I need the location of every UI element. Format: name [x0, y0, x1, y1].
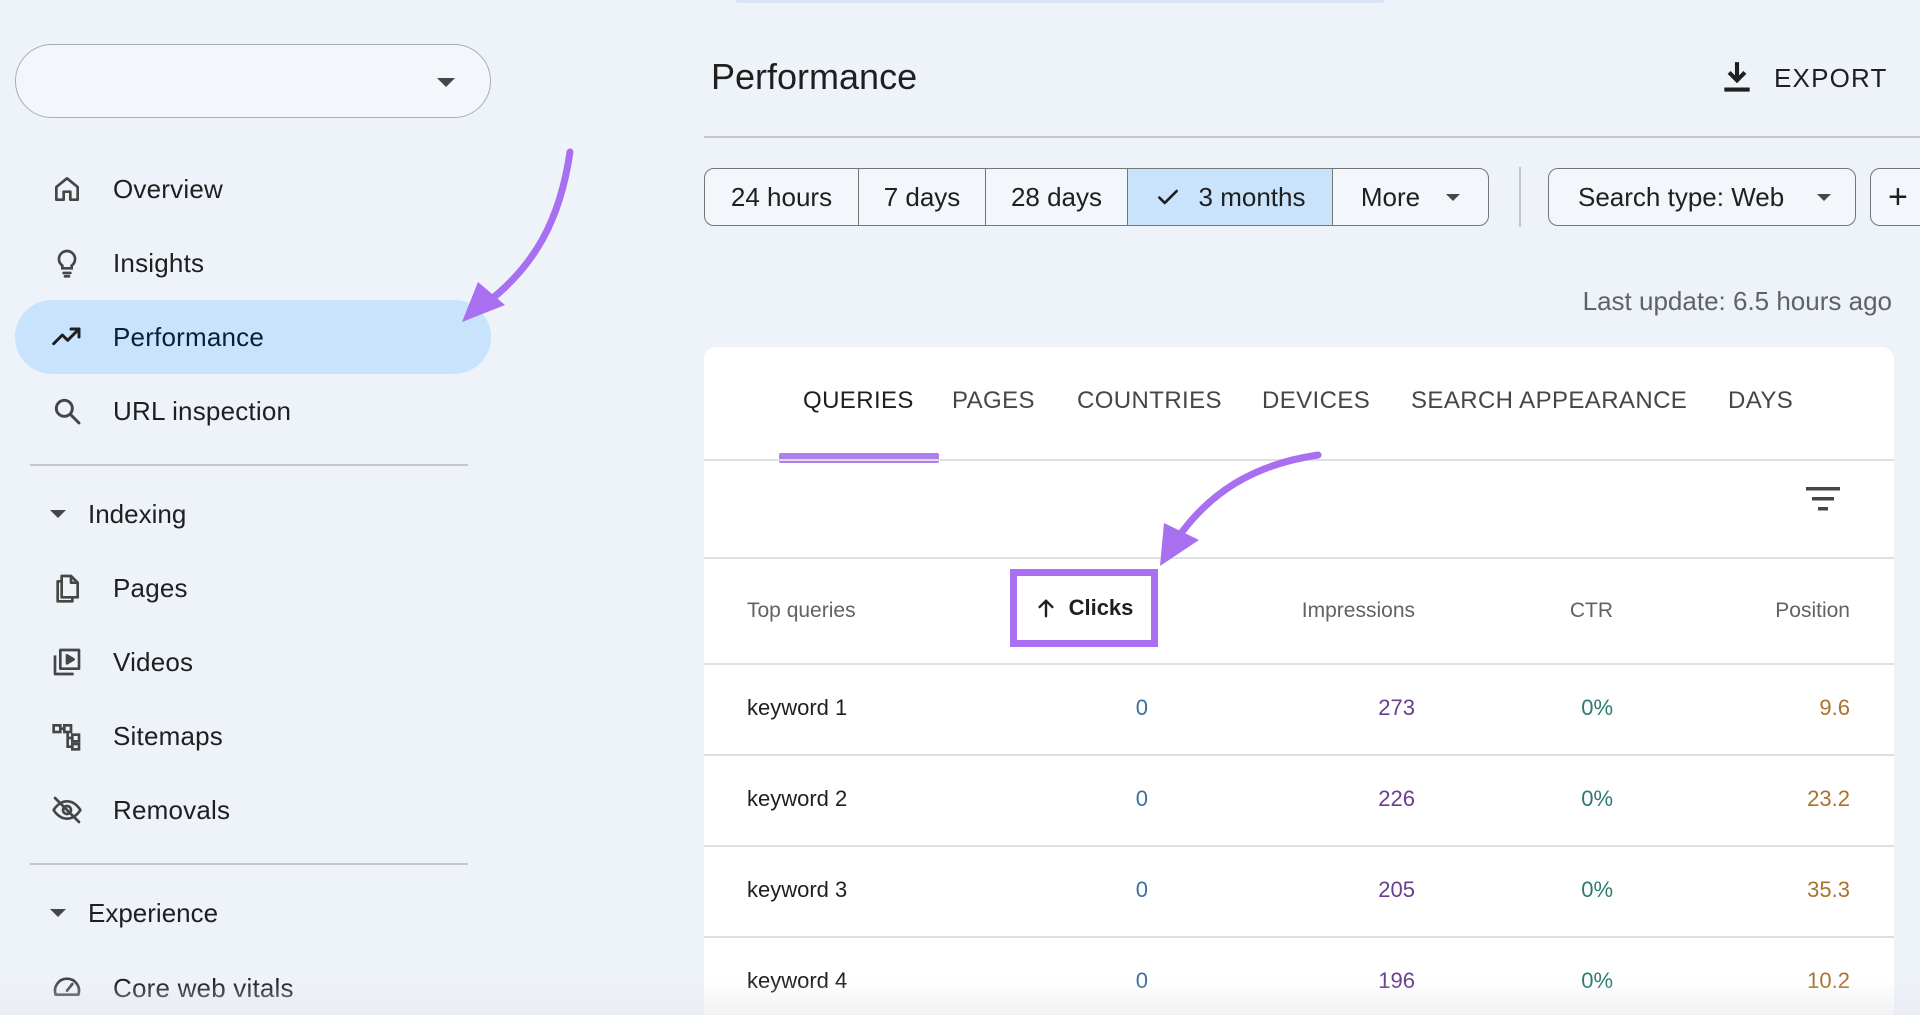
download-icon [1724, 62, 1750, 92]
sidebar-divider [30, 863, 468, 865]
ctr-cell: 0% [1581, 786, 1613, 811]
sitemaps-icon [50, 719, 84, 753]
home-icon [50, 172, 84, 206]
range-label: 3 months [1198, 181, 1306, 212]
sidebar-item-label: Insights [113, 247, 205, 278]
column-header-top-queries: Top queries [747, 599, 856, 622]
dimension-tabs: QUERIES PAGES COUNTRIES DEVICES SEARCH A… [704, 347, 1894, 463]
ctr-cell: 0% [1581, 877, 1613, 902]
column-header-position[interactable]: Position [1775, 599, 1850, 623]
range-more-button[interactable]: More [1333, 169, 1488, 225]
table-row[interactable]: keyword 3 0 205 0% 35.3 [704, 845, 1894, 936]
trending-up-icon [50, 320, 84, 354]
range-label: 7 days [883, 181, 961, 212]
column-header-impressions[interactable]: Impressions [1302, 599, 1415, 623]
sidebar-item-label: Pages [113, 572, 188, 603]
clicks-cell: 0 [1135, 877, 1148, 902]
search-type-label: Search type: Web [1578, 181, 1785, 212]
range-3-months-button[interactable]: 3 months [1128, 169, 1333, 225]
query-cell: keyword 3 [747, 877, 848, 902]
ctr-cell: 0% [1581, 695, 1613, 720]
range-label: 24 hours [730, 181, 833, 212]
page-title: Performance [711, 56, 918, 97]
sidebar-item-overview[interactable]: Overview [15, 152, 491, 226]
range-label: 28 days [1010, 181, 1103, 212]
tabs-divider [704, 459, 1894, 461]
tab-search-appearance[interactable]: SEARCH APPEARANCE [1411, 387, 1687, 415]
arrow-up-icon [1037, 599, 1054, 618]
active-tab-indicator [779, 453, 939, 463]
position-cell: 23.2 [1807, 786, 1850, 811]
sidebar-item-pages[interactable]: Pages [15, 551, 491, 625]
lightbulb-icon [50, 246, 84, 280]
export-label: EXPORT [1774, 62, 1888, 93]
property-selector[interactable] [15, 44, 491, 118]
range-label: More [1360, 181, 1421, 212]
range-24-hours-button[interactable]: 24 hours [705, 169, 859, 225]
caret-down-icon [50, 909, 66, 917]
sidebar-item-videos[interactable]: Videos [15, 625, 491, 699]
performance-table-card: QUERIES PAGES COUNTRIES DEVICES SEARCH A… [704, 347, 1894, 1015]
position-cell: 9.6 [1819, 695, 1850, 720]
filter-icon[interactable] [1804, 485, 1844, 520]
sidebar-item-removals[interactable]: Removals [15, 773, 491, 847]
tab-devices[interactable]: DEVICES [1262, 387, 1370, 415]
caret-down-icon [50, 510, 66, 518]
table-row[interactable]: keyword 1 0 273 0% 9.6 [704, 663, 1894, 754]
sidebar-item-performance[interactable]: Performance [15, 300, 491, 374]
section-label: Experience [88, 897, 219, 928]
videos-icon [50, 645, 84, 679]
sidebar-divider [30, 464, 468, 466]
date-range-group: 24 hours 7 days 28 days 3 months More [704, 168, 1489, 226]
sidebar-item-label: Sitemaps [113, 720, 223, 751]
sidebar-item-sitemaps[interactable]: Sitemaps [15, 699, 491, 773]
tab-days[interactable]: DAYS [1728, 387, 1793, 415]
export-button[interactable]: EXPORT [1718, 56, 1888, 100]
impressions-cell: 273 [1378, 695, 1415, 720]
sidebar-item-insights[interactable]: Insights [15, 226, 491, 300]
query-cell: keyword 1 [747, 695, 848, 720]
chevron-down-icon [437, 78, 455, 87]
chevron-down-icon [1817, 194, 1831, 201]
search-icon [50, 394, 84, 428]
clicks-header-label: Clicks [1068, 595, 1134, 620]
range-7-days-button[interactable]: 7 days [859, 169, 986, 225]
column-header-clicks[interactable]: Clicks [1010, 569, 1158, 647]
sidebar-item-url-inspection[interactable]: URL inspection [15, 374, 491, 448]
range-28-days-button[interactable]: 28 days [986, 169, 1128, 225]
column-header-ctr[interactable]: CTR [1570, 599, 1613, 623]
chevron-down-icon [1446, 193, 1461, 201]
table-row[interactable]: keyword 2 0 226 0% 23.2 [704, 754, 1894, 845]
tab-pages[interactable]: PAGES [952, 387, 1035, 415]
tab-queries[interactable]: QUERIES [803, 387, 914, 415]
sidebar-item-label: Removals [113, 794, 231, 825]
clicks-cell: 0 [1135, 695, 1148, 720]
top-strip [735, 0, 1385, 3]
sidebar-item-label: Overview [113, 173, 223, 204]
bottom-fade [0, 980, 1920, 1015]
last-update-text: Last update: 6.5 hours ago [1582, 286, 1892, 316]
add-filter-button[interactable]: + [1870, 168, 1920, 226]
sidebar-item-label: Performance [113, 321, 265, 352]
clicks-cell: 0 [1135, 786, 1148, 811]
impressions-cell: 226 [1378, 786, 1415, 811]
removals-icon [50, 793, 84, 827]
filter-row-divider [704, 557, 1894, 559]
impressions-cell: 205 [1378, 877, 1415, 902]
position-cell: 35.3 [1807, 877, 1850, 902]
pages-icon [50, 571, 84, 605]
sidebar-item-label: Videos [113, 646, 194, 677]
section-label: Indexing [88, 498, 187, 529]
search-type-dropdown[interactable]: Search type: Web [1548, 168, 1856, 226]
tab-countries[interactable]: COUNTRIES [1077, 387, 1222, 415]
sidebar-section-experience[interactable]: Experience [50, 893, 218, 933]
sidebar-section-indexing[interactable]: Indexing [50, 494, 186, 534]
toolbar-separator [1519, 167, 1521, 227]
query-cell: keyword 2 [747, 786, 848, 811]
plus-icon: + [1888, 178, 1908, 216]
sidebar: Overview Insights Performance URL inspec… [0, 0, 520, 1015]
sidebar-item-label: URL inspection [113, 395, 292, 426]
header-divider [704, 136, 1920, 138]
check-icon [1155, 184, 1181, 210]
